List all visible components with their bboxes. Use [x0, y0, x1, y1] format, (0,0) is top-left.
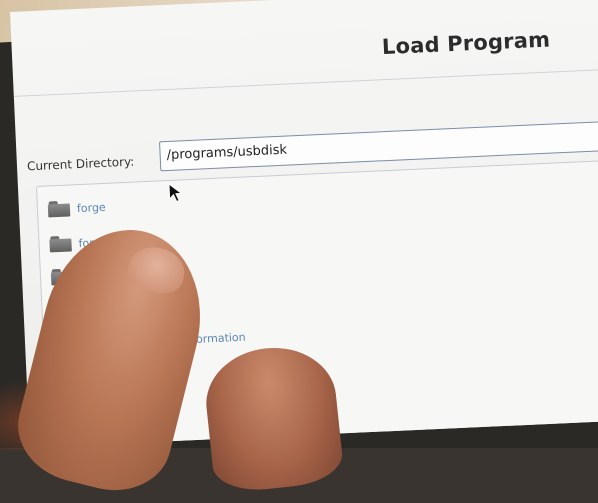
mouse-pointer-icon — [168, 182, 183, 203]
folder-icon — [49, 235, 72, 253]
folder-icon — [50, 268, 74, 286]
file-name: robot-simulator — [89, 299, 175, 317]
hand-shadow — [0, 380, 90, 450]
load-program-dialog: Load Program Current Directory: /program… — [10, 0, 598, 448]
folder-icon — [63, 336, 87, 353]
title-divider — [13, 68, 598, 97]
current-directory-label: Current Directory: — [26, 154, 135, 174]
list-item[interactable]: forge — [47, 196, 106, 221]
folder-icon — [47, 200, 71, 218]
list-item[interactable]: robot-simulator — [60, 295, 175, 322]
dialog-title: Load Program — [381, 27, 551, 60]
file-name: forge-os — [78, 234, 125, 250]
list-item[interactable]: System Volume Information — [63, 326, 246, 356]
file-name: System Volume Information — [92, 330, 246, 351]
list-item[interactable] — [50, 265, 81, 288]
file-name: forge — [76, 200, 106, 215]
folder-icon — [60, 302, 83, 320]
list-item[interactable]: forge-os — [49, 230, 124, 255]
file-list[interactable]: forge forge-os robot-simulator System Vo… — [35, 158, 598, 448]
